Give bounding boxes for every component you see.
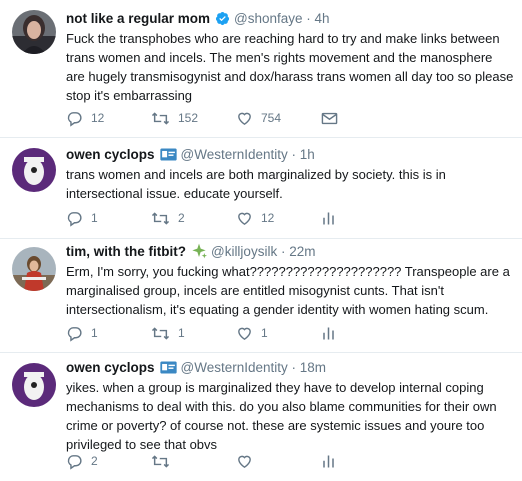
tweet-thread: not like a regular mom @shonfaye · 4h Fu… bbox=[0, 0, 522, 481]
tweet-text: trans women and incels are both marginal… bbox=[66, 167, 446, 201]
id-card-emoji-icon bbox=[159, 360, 177, 374]
reply-icon bbox=[66, 453, 83, 470]
timestamp[interactable]: 1h bbox=[300, 147, 315, 162]
heart-icon bbox=[236, 210, 253, 227]
avatar[interactable] bbox=[12, 148, 56, 192]
display-name[interactable]: owen cyclops bbox=[66, 360, 155, 375]
retweet-icon bbox=[151, 325, 170, 342]
like-count: 12 bbox=[261, 211, 275, 225]
retweet-icon bbox=[151, 110, 170, 127]
tweet[interactable]: owen cyclops @WesternIdentity · 1h trans… bbox=[0, 138, 522, 239]
user-handle[interactable]: @shonfaye bbox=[234, 11, 303, 26]
user-handle[interactable]: @WesternIdentity bbox=[181, 360, 288, 375]
tweet-text: yikes. when a group is marginalized they… bbox=[66, 380, 497, 452]
display-name[interactable]: not like a regular mom bbox=[66, 11, 210, 26]
reply-icon bbox=[66, 325, 83, 342]
reply-count: 1 bbox=[91, 211, 98, 225]
verified-badge-icon bbox=[215, 11, 230, 26]
like-count: 1 bbox=[261, 326, 268, 340]
retweet-button[interactable]: 152 bbox=[151, 108, 236, 128]
avatar[interactable] bbox=[12, 363, 56, 407]
user-handle[interactable]: @WesternIdentity bbox=[181, 147, 288, 162]
like-count: 754 bbox=[261, 111, 282, 125]
reply-button[interactable]: 1 bbox=[66, 323, 151, 343]
analytics-button[interactable] bbox=[321, 208, 351, 228]
reply-count: 12 bbox=[91, 111, 105, 125]
tweet[interactable]: tim, with the fitbit? @killjoysilk · 22m… bbox=[0, 239, 522, 353]
like-button[interactable] bbox=[236, 451, 321, 471]
retweet-icon bbox=[151, 210, 170, 227]
display-name[interactable]: tim, with the fitbit? bbox=[66, 244, 186, 259]
display-name[interactable]: owen cyclops bbox=[66, 147, 155, 162]
tweet[interactable]: not like a regular mom @shonfaye · 4h Fu… bbox=[0, 0, 522, 138]
separator-dot: · bbox=[287, 146, 300, 162]
reply-icon bbox=[66, 110, 83, 127]
separator-dot: · bbox=[302, 10, 315, 26]
separator-dot: · bbox=[287, 359, 300, 375]
tweet-text: Fuck the transphobes who are reaching ha… bbox=[66, 31, 514, 103]
retweet-count: 2 bbox=[178, 211, 185, 225]
tweet-actions: 1 1 1 bbox=[66, 323, 351, 343]
timestamp[interactable]: 4h bbox=[315, 11, 330, 26]
analytics-button[interactable] bbox=[321, 323, 351, 343]
timestamp[interactable]: 18m bbox=[300, 360, 326, 375]
analytics-icon bbox=[321, 211, 336, 226]
heart-icon bbox=[236, 110, 253, 127]
timestamp[interactable]: 22m bbox=[289, 244, 315, 259]
id-card-emoji-icon bbox=[159, 147, 177, 161]
reply-button[interactable]: 2 bbox=[66, 451, 151, 471]
reply-icon bbox=[66, 210, 83, 227]
retweet-count: 152 bbox=[178, 111, 199, 125]
retweet-icon bbox=[151, 453, 170, 470]
like-button[interactable]: 12 bbox=[236, 208, 321, 228]
analytics-icon bbox=[321, 326, 336, 341]
reply-count: 1 bbox=[91, 326, 98, 340]
envelope-icon bbox=[321, 111, 338, 126]
tweet-actions: 1 2 12 bbox=[66, 208, 351, 228]
like-button[interactable]: 1 bbox=[236, 323, 321, 343]
heart-icon bbox=[236, 453, 253, 470]
analytics-icon bbox=[321, 454, 336, 469]
reply-count: 2 bbox=[91, 454, 98, 468]
reply-button[interactable]: 12 bbox=[66, 108, 151, 128]
tweet-actions: 12 152 754 bbox=[66, 108, 351, 128]
user-handle[interactable]: @killjoysilk bbox=[211, 244, 277, 259]
retweet-button[interactable] bbox=[151, 451, 236, 471]
retweet-button[interactable]: 2 bbox=[151, 208, 236, 228]
tweet-text: Erm, I'm sorry, you fucking what????????… bbox=[66, 264, 510, 317]
reply-button[interactable]: 1 bbox=[66, 208, 151, 228]
heart-icon bbox=[236, 325, 253, 342]
avatar[interactable] bbox=[12, 247, 56, 291]
analytics-button[interactable] bbox=[321, 451, 351, 471]
sparkle-emoji-icon bbox=[191, 243, 207, 259]
retweet-button[interactable]: 1 bbox=[151, 323, 236, 343]
tweet[interactable]: owen cyclops @WesternIdentity · 18m yike… bbox=[0, 353, 522, 481]
avatar[interactable] bbox=[12, 10, 56, 54]
separator-dot: · bbox=[277, 243, 290, 259]
tweet-actions: 2 bbox=[66, 451, 351, 471]
retweet-count: 1 bbox=[178, 326, 185, 340]
direct-message-button[interactable] bbox=[321, 108, 351, 128]
like-button[interactable]: 754 bbox=[236, 108, 321, 128]
